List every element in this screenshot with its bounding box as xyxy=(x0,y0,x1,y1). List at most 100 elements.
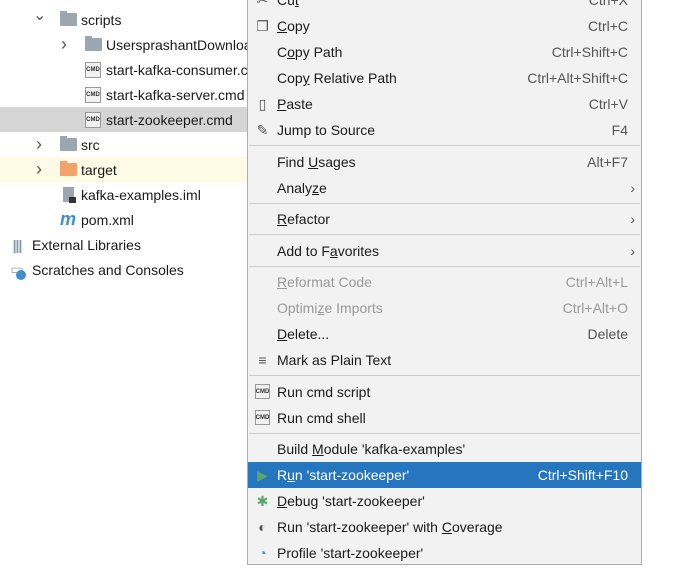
tree-item-label: External Libraries xyxy=(32,236,141,253)
debug-icon: ✱ xyxy=(256,492,269,509)
menu-item-label: Find Usages xyxy=(277,153,356,170)
menu-item-jump-to-source[interactable]: ✎ Jump to Source F4 xyxy=(248,117,641,143)
tree-item[interactable]: CMDstart-kafka-consumer.cmd xyxy=(0,57,247,82)
menu-item-label: Run cmd script xyxy=(277,383,371,400)
menu-item-find-usages[interactable]: Find Usages Alt+F7 xyxy=(248,149,641,175)
menu-item-run-cmd-shell[interactable]: CMD Run cmd shell xyxy=(248,405,641,431)
tree-item[interactable]: m pom.xml xyxy=(0,207,247,232)
menu-item-shortcut: Ctrl+V xyxy=(588,96,628,112)
cmd-icon: CMD xyxy=(84,61,102,78)
cmd-file-icon: CMD xyxy=(254,383,271,400)
menu-item-delete[interactable]: Delete... Delete xyxy=(248,321,641,347)
menu-item-shortcut: Ctrl+Shift+C xyxy=(551,44,628,60)
menu-item-run-start-zookeeper-with-coverage[interactable]: ◐ Run 'start-zookeeper' with Coverage xyxy=(248,514,641,540)
menu-item-label: Optimize Imports xyxy=(277,300,383,316)
menu-item-add-to-favorites[interactable]: Add to Favorites › xyxy=(248,238,641,264)
context-menu: ✂ Cut Ctrl+X ❐ Copy Ctrl+C Copy Path Ctrl+Shift… xyxy=(247,0,642,565)
folder-orange-icon xyxy=(59,161,77,178)
tree-item[interactable]: CMD start-zookeeper.cmd xyxy=(0,107,247,132)
menu-item-label: Build Module 'kafka-examples' xyxy=(277,441,466,457)
tree-item[interactable]: › target xyxy=(0,157,247,182)
chevron-down-icon[interactable]: ⌄ xyxy=(33,7,46,25)
menu-item-label: Analyze xyxy=(277,179,327,196)
tree-item-label: pom.xml xyxy=(81,211,134,228)
tree-item[interactable]: › UsersprashantDownloads xyxy=(0,32,247,57)
plain-text-icon: ≡ xyxy=(258,352,267,368)
menu-item-label: Profile 'start-zookeeper' xyxy=(277,545,424,561)
menu-item-copy[interactable]: ❐ Copy Ctrl+C xyxy=(248,13,641,39)
folder-icon xyxy=(59,136,77,153)
menu-item-copy-relative-path[interactable]: Copy Relative Path Ctrl+Alt+Shift+C xyxy=(248,65,641,91)
tree-item-label: src xyxy=(81,136,100,153)
menu-item-shortcut: Alt+F7 xyxy=(587,153,628,170)
tree-item-label: start-kafka-server.cmd xyxy=(106,86,245,103)
menu-item-copy-path[interactable]: Copy Path Ctrl+Shift+C xyxy=(248,39,641,65)
menu-item-run-start-zookeeper[interactable]: ▶ Run 'start-zookeeper' Ctrl+Shift+F10 xyxy=(248,462,641,488)
tree-item-label: UsersprashantDownloads xyxy=(106,36,247,53)
menu-item-label: Delete... xyxy=(277,326,330,342)
tree-item[interactable]: ▭ Scratches and Consoles xyxy=(0,257,247,282)
scissors-icon: ✂ xyxy=(254,0,271,9)
project-tree: ⌄scripts›UsersprashantDownloadsCMDstart-… xyxy=(0,7,247,282)
tree-item[interactable]: ⌄ scripts xyxy=(0,7,247,32)
menu-item-label: Copy Relative Path xyxy=(277,70,397,86)
menu-item-shortcut: Delete xyxy=(587,326,628,342)
menu-item-label: Debug 'start-zookeeper' xyxy=(277,493,425,509)
menu-item-analyze[interactable]: Analyze › xyxy=(248,175,641,201)
scratches-icon: ▭ xyxy=(8,261,26,280)
copy-icon: ❐ xyxy=(256,17,269,34)
menu-item-label: Cut xyxy=(277,0,299,8)
tree-item-label: start-kafka-consumer.cmd xyxy=(106,61,247,78)
coverage-icon: ◐ xyxy=(258,519,267,535)
menu-item-profile-start-zookeeper[interactable]: ◔ Profile 'start-zookeeper' xyxy=(248,540,641,566)
menu-item-label: Run cmd shell xyxy=(277,409,366,426)
clipboard-icon: ▯ xyxy=(258,95,267,112)
tree-item[interactable]: ||| External Libraries xyxy=(0,232,247,257)
menu-item-label: Paste xyxy=(277,96,313,112)
menu-item-mark-as-plain-text[interactable]: ≡ Mark as Plain Text xyxy=(248,347,641,373)
tree-item-label: Scratches and Consoles xyxy=(32,261,184,278)
run-icon: ▶ xyxy=(257,466,268,483)
chevron-right-icon[interactable]: › xyxy=(33,134,45,155)
menu-item-label: Refactor xyxy=(277,211,330,227)
menu-item-cut[interactable]: ✂ Cut Ctrl+X xyxy=(248,0,641,13)
chevron-right-icon: › xyxy=(630,211,635,227)
tree-item-label: kafka-examples.iml xyxy=(81,186,201,203)
menu-item-debug-start-zookeeper[interactable]: ✱ Debug 'start-zookeeper' xyxy=(248,488,641,514)
tree-item[interactable]: CMD start-kafka-server.cmd xyxy=(0,82,247,107)
menu-item-shortcut: Ctrl+Shift+F10 xyxy=(537,467,628,483)
menu-item-shortcut: Ctrl+C xyxy=(587,18,628,34)
maven-icon: m xyxy=(59,209,76,229)
menu-item-shortcut: Ctrl+Alt+L xyxy=(565,274,628,290)
menu-item-label: Copy xyxy=(277,18,310,34)
menu-item-reformat-code: Reformat Code Ctrl+Alt+L xyxy=(248,269,641,295)
menu-item-label: Run 'start-zookeeper' xyxy=(277,467,410,483)
tree-item[interactable]: › src xyxy=(0,132,247,157)
menu-item-label: Add to Favorites xyxy=(277,242,379,259)
folder-icon xyxy=(84,36,102,53)
pencil-icon: ✎ xyxy=(256,121,269,138)
cmd-icon: CMD xyxy=(84,86,102,103)
menu-item-shortcut: Ctrl+X xyxy=(588,0,628,8)
tree-item-label: target xyxy=(81,161,117,178)
menu-item-label: Copy Path xyxy=(277,44,343,60)
menu-item-build-module-kafka-examples[interactable]: Build Module 'kafka-examples' xyxy=(248,436,641,462)
tree-item-label: scripts xyxy=(81,11,122,28)
chevron-right-icon[interactable]: › xyxy=(33,159,45,180)
tree-item[interactable]: kafka-examples.iml xyxy=(0,182,247,207)
chevron-right-icon[interactable]: › xyxy=(58,34,70,55)
cmd-file-icon: CMD xyxy=(254,409,271,426)
module-file-icon xyxy=(59,187,77,203)
menu-item-shortcut: Ctrl+Alt+Shift+C xyxy=(527,70,628,86)
menu-item-label: Run 'start-zookeeper' with Coverage xyxy=(277,519,503,535)
menu-item-label: Reformat Code xyxy=(277,274,372,290)
tree-item-label: start-zookeeper.cmd xyxy=(106,111,233,128)
folder-icon xyxy=(59,11,77,28)
menu-item-optimize-imports: Optimize Imports Ctrl+Alt+O xyxy=(248,295,641,321)
menu-item-label: Jump to Source xyxy=(277,122,376,138)
menu-item-run-cmd-script[interactable]: CMD Run cmd script xyxy=(248,379,641,405)
menu-item-paste[interactable]: ▯ Paste Ctrl+V xyxy=(248,91,641,117)
cmd-icon: CMD xyxy=(84,111,102,128)
profiler-icon: ◔ xyxy=(258,545,267,561)
menu-item-refactor[interactable]: Refactor › xyxy=(248,206,641,232)
